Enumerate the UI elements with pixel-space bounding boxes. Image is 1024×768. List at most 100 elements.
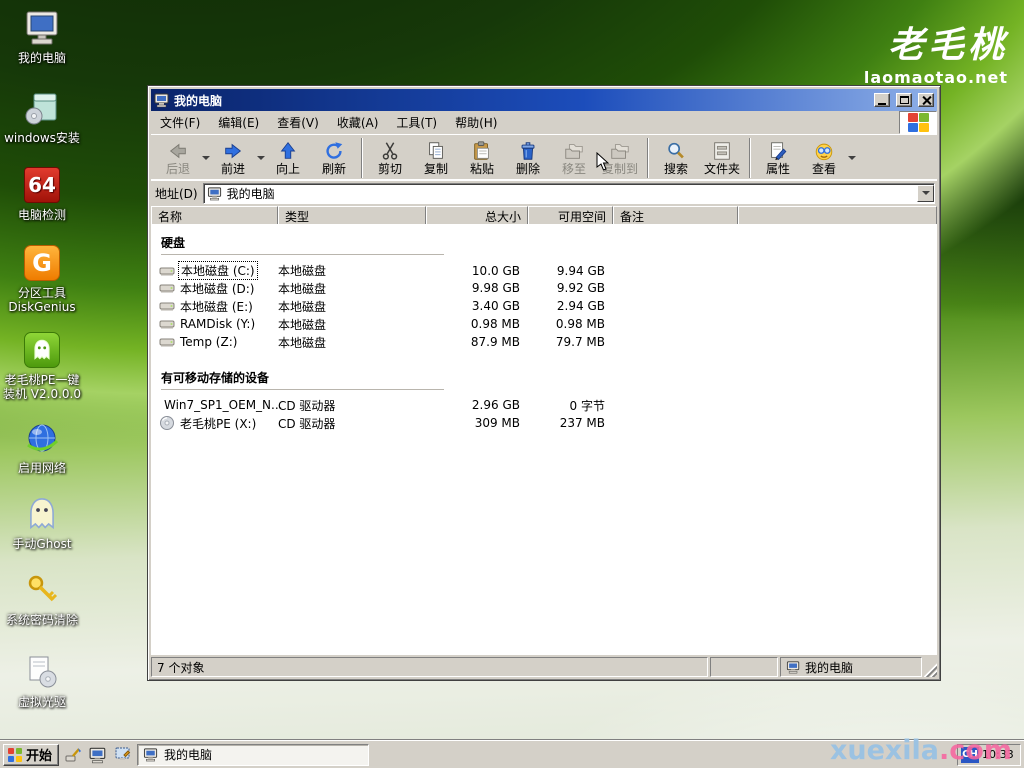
hard-drive-icon [159,334,175,350]
status-middle-panel [710,657,778,677]
desktop-icon-my-computer[interactable]: 我的电脑 [0,8,84,65]
file-list: 硬盘 本地磁盘 (C:) 本地磁盘 10.0 GB 9.94 GB 本地磁盘 (… [151,224,937,655]
desktop-icon-diskgenius[interactable]: G 分区工具 DiskGenius [0,243,84,314]
address-dropdown-button[interactable] [917,185,934,202]
menu-view[interactable]: 查看(V) [268,111,328,134]
toolbar-separator [749,138,751,178]
address-value: 我的电脑 [227,185,275,202]
window-titlebar[interactable]: 我的电脑 [151,89,937,111]
desktop-icon-label: windows安装 [4,131,80,145]
menu-file[interactable]: 文件(F) [151,111,209,134]
folders-button[interactable]: 文件夹 [699,137,745,179]
up-arrow-icon [276,140,300,162]
maximize-button[interactable] [896,93,912,107]
start-logo-icon [8,748,22,762]
desktop-icon-label: 老毛桃PE一键装机 V2.0.0.0 [0,373,84,401]
desktop-icon-enable-network[interactable]: 启用网络 [0,418,84,475]
quick-launch-desktop-icon[interactable] [112,744,134,766]
refresh-button[interactable]: 刷新 [311,137,357,179]
close-button[interactable] [918,93,934,107]
taskbar-task-my-computer[interactable]: 我的电脑 [137,744,369,766]
column-headers: 名称 类型 总大小 可用空间 备注 [151,206,937,224]
taskbar: 开始 我的电脑 CH 10:33 [0,740,1024,768]
copy-button[interactable]: 复制 [413,137,459,179]
search-button[interactable]: 搜索 [653,137,699,179]
address-computer-icon [207,186,223,201]
delete-button[interactable]: 删除 [505,137,551,179]
drive-row-e[interactable]: 本地磁盘 (E:) 本地磁盘 3.40 GB 2.94 GB [151,297,937,315]
quick-launch-sweep-icon[interactable] [62,744,84,766]
cut-scissors-icon [378,140,402,162]
desktop-icon-password-clear[interactable]: 系统密码清除 [0,570,84,627]
password-clear-key-icon [22,570,62,610]
forward-dropdown[interactable] [256,137,265,179]
view-dropdown[interactable] [847,137,856,179]
resize-grip[interactable] [924,657,937,677]
paste-button[interactable]: 粘贴 [459,137,505,179]
menu-bar: 文件(F) 编辑(E) 查看(V) 收藏(A) 工具(T) 帮助(H) [151,111,937,135]
window-icon [154,92,170,108]
desktop-icon-virtual-cdrom[interactable]: 虚拟光驱 [0,652,84,709]
menu-favorites[interactable]: 收藏(A) [328,111,388,134]
start-button[interactable]: 开始 [3,744,59,766]
forward-button[interactable]: 前进 [210,137,256,179]
windows-install-icon [22,88,62,128]
virtual-cdrom-icon [22,652,62,692]
windows-logo-icon [899,111,937,134]
properties-button[interactable]: 属性 [755,137,801,179]
desktop-icon-windows-install[interactable]: windows安装 [0,88,84,145]
drive-row-d[interactable]: 本地磁盘 (D:) 本地磁盘 9.98 GB 9.92 GB [151,279,937,297]
move-to-folder-icon [561,140,587,162]
up-button[interactable]: 向上 [265,137,311,179]
toolbar-separator [647,138,649,178]
brand-logo: 老毛桃 laomaotao.net [864,16,1008,87]
copy-pages-icon [424,140,448,162]
desktop-icon-pc-check[interactable]: 64 电脑检测 [0,165,84,222]
badge-g: G [24,245,60,281]
drive-row-y[interactable]: RAMDisk (Y:) 本地磁盘 0.98 MB 0.98 MB [151,315,937,333]
desktop-icon-laomaotao-pe[interactable]: 老毛桃PE一键装机 V2.0.0.0 [0,330,84,401]
desktop-icon-manual-ghost[interactable]: 手动Ghost [0,494,84,551]
menu-edit[interactable]: 编辑(E) [209,111,268,134]
brand-title: 老毛桃 [864,16,1008,68]
desktop-icon-label: 虚拟光驱 [18,695,66,709]
status-location: 我的电脑 [780,657,922,677]
address-combo[interactable]: 我的电脑 [203,183,935,204]
status-bar: 7 个对象 我的电脑 [151,655,937,677]
properties-page-icon [766,140,790,162]
paste-clipboard-icon [470,140,494,162]
quick-launch-monitor-icon[interactable] [87,744,109,766]
minimize-button[interactable] [874,93,890,107]
refresh-icon [322,140,346,162]
search-icon [664,140,688,162]
menu-tools[interactable]: 工具(T) [387,111,446,134]
cd-drive-icon [159,415,175,431]
copy-to-button[interactable]: 复制到 [597,137,643,179]
back-dropdown[interactable] [201,137,210,179]
desktop-icon-label: 分区工具 DiskGenius [0,286,84,314]
drive-row-z[interactable]: Temp (Z:) 本地磁盘 87.9 MB 79.7 MB [151,333,937,351]
cut-button[interactable]: 剪切 [367,137,413,179]
laomaotao-pe-ghost-icon [22,330,62,370]
move-to-button[interactable]: 移至 [551,137,597,179]
task-computer-icon [143,747,159,762]
address-bar: 地址(D) 我的电脑 [151,181,937,206]
menu-help[interactable]: 帮助(H) [446,111,506,134]
address-label: 地址(D) [155,185,198,202]
enable-network-icon [22,418,62,458]
hard-drive-icon [159,263,175,279]
view-smiley-icon [812,140,836,162]
back-button[interactable]: 后退 [155,137,201,179]
back-arrow-icon [166,140,190,162]
language-indicator[interactable]: CH [961,747,979,763]
system-tray: CH 10:33 [957,744,1021,766]
cd-row-win7[interactable]: Win7_SP1_OEM_N... CD 驱动器 2.96 GB 0 字节 [151,396,937,414]
drive-row-c[interactable]: 本地磁盘 (C:) 本地磁盘 10.0 GB 9.94 GB [151,261,937,279]
view-button[interactable]: 查看 [801,137,847,179]
task-label: 我的电脑 [164,746,212,763]
hard-drive-icon [159,298,175,314]
clock[interactable]: 10:33 [982,748,1014,761]
cd-row-laomaotao[interactable]: 老毛桃PE (X:) CD 驱动器 309 MB 237 MB [151,414,937,432]
desktop-icon-label: 电脑检测 [18,208,66,222]
badge-64: 64 [24,167,60,203]
